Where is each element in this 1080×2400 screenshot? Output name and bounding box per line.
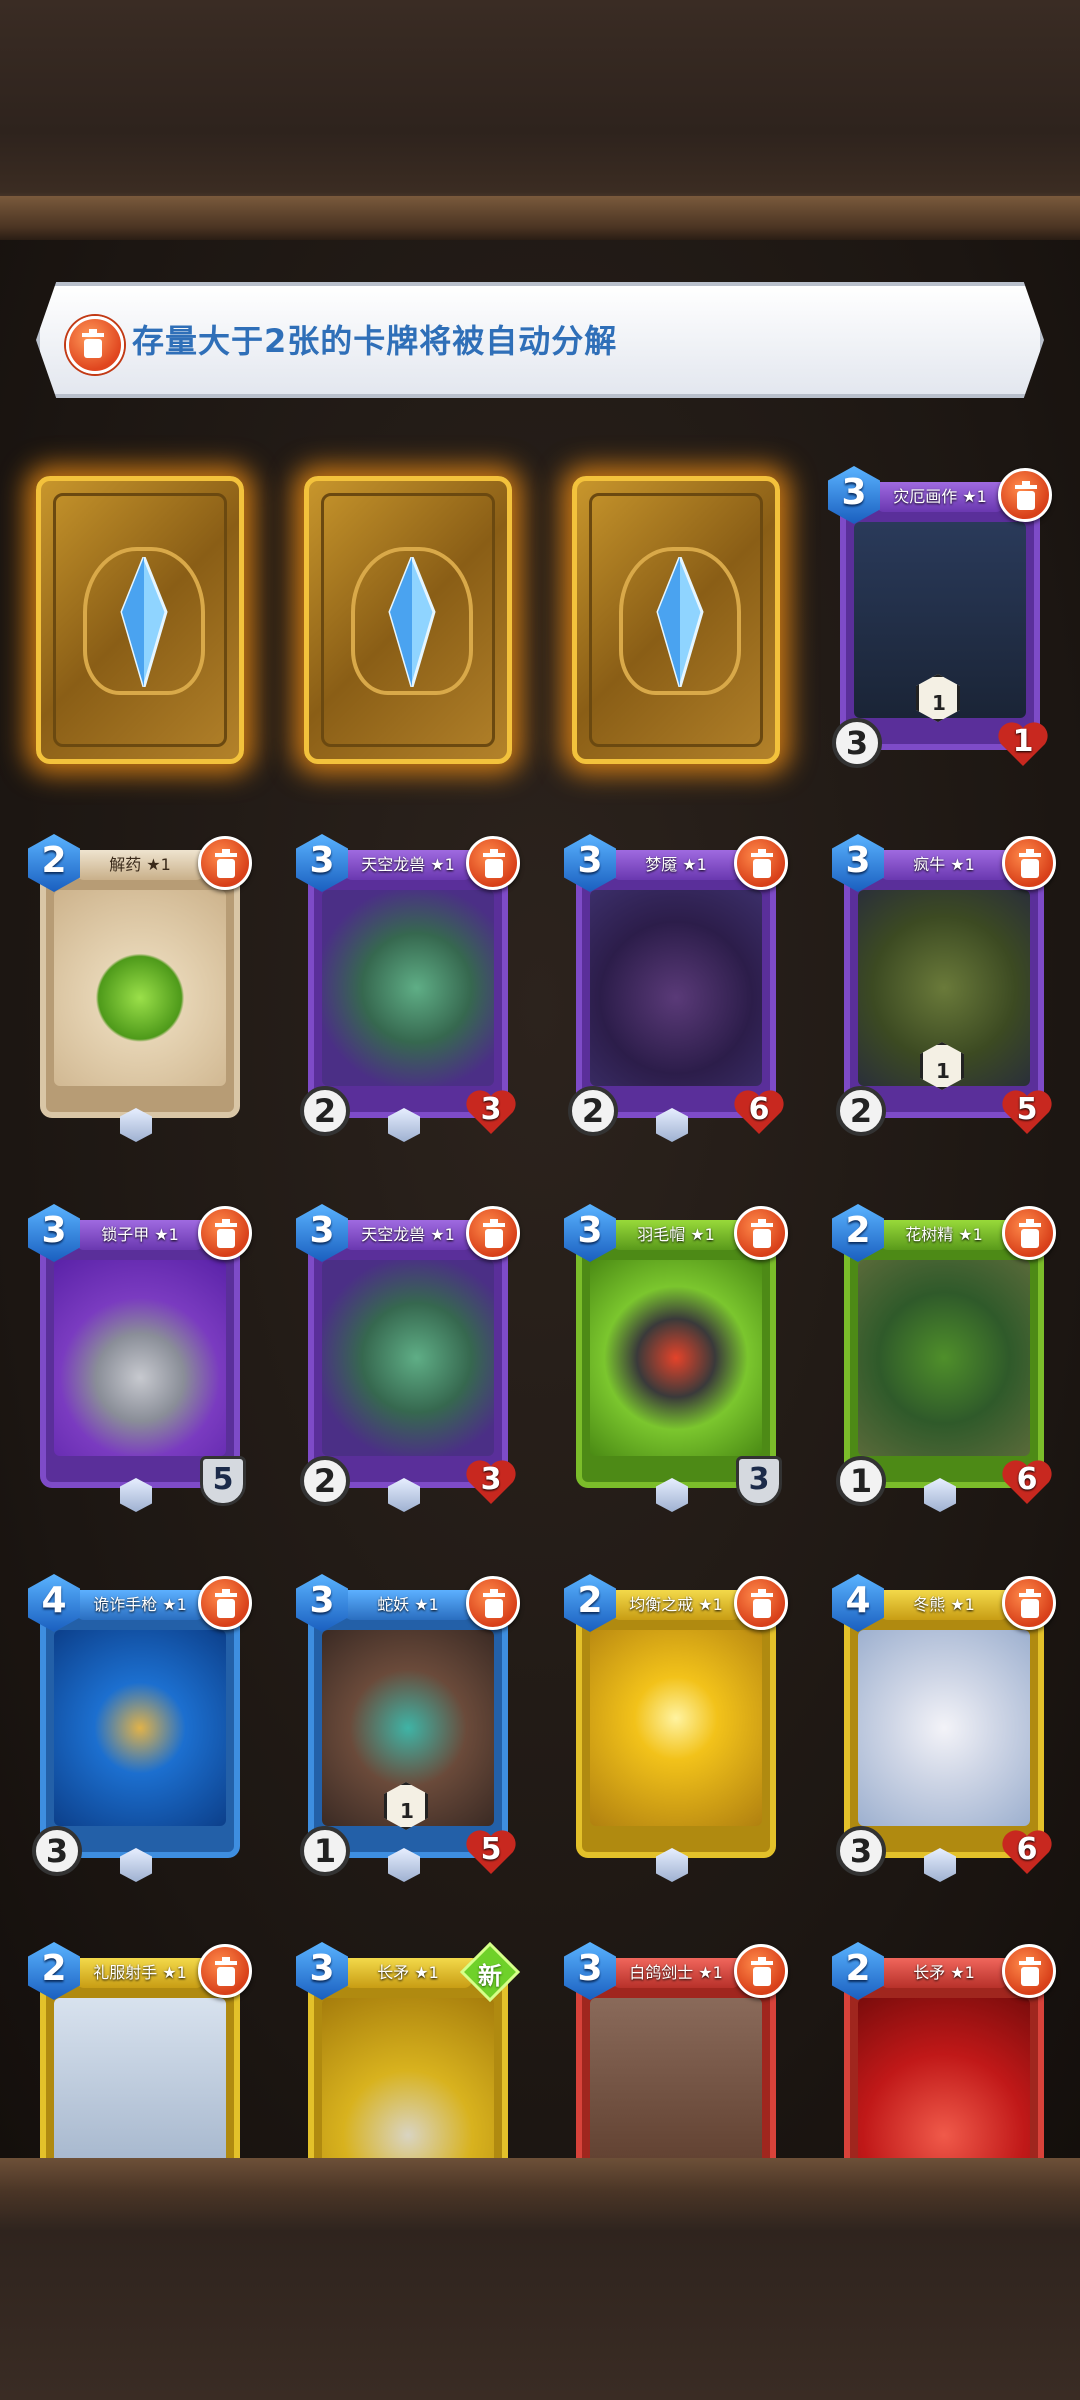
card-c14[interactable]: 蛇妖 ★1 3 1 1 5 bbox=[296, 1574, 520, 1882]
trash-icon[interactable] bbox=[466, 1206, 520, 1260]
card-c8[interactable]: 疯牛 ★1 3 1 2 5 bbox=[832, 834, 1056, 1136]
attack-stat: 3 bbox=[836, 1826, 886, 1876]
card-title: 均衡之戒 ★1 bbox=[612, 1590, 740, 1620]
attack-stat: 1 bbox=[836, 1456, 886, 1506]
trash-icon[interactable] bbox=[734, 1944, 788, 1998]
card-title: 蛇妖 ★1 bbox=[344, 1590, 472, 1620]
card-title: 羽毛帽 ★1 bbox=[612, 1220, 740, 1250]
card-c19[interactable]: 白鸽剑士 ★1 3 bbox=[564, 1942, 788, 2158]
trash-icon[interactable] bbox=[734, 836, 788, 890]
trash-icon[interactable] bbox=[466, 1576, 520, 1630]
card-title: 礼服射手 ★1 bbox=[76, 1958, 204, 1988]
crystal-icon bbox=[656, 557, 704, 687]
trash-icon[interactable] bbox=[198, 1206, 252, 1260]
card-back-1[interactable] bbox=[36, 476, 248, 766]
card-c13[interactable]: 诡诈手枪 ★1 4 3 bbox=[28, 1574, 252, 1882]
notice-text: 存量大于2张的卡牌将被自动分解 bbox=[132, 322, 618, 360]
trash-icon[interactable] bbox=[466, 836, 520, 890]
card-c12[interactable]: 花树精 ★1 2 1 6 bbox=[832, 1204, 1056, 1512]
card-c18[interactable]: 长矛 ★1 3 新 bbox=[296, 1941, 521, 2158]
card-c4[interactable]: 灾厄画作 ★1 3 1 3 1 bbox=[828, 466, 1052, 768]
card-title: 天空龙兽 ★1 bbox=[344, 1220, 472, 1250]
card-c10[interactable]: 天空龙兽 ★1 3 2 3 bbox=[296, 1204, 520, 1512]
card-title: 解药 ★1 bbox=[76, 850, 204, 880]
card-c7[interactable]: 梦魇 ★1 3 2 6 bbox=[564, 834, 788, 1142]
armor-shield-icon: 5 bbox=[200, 1456, 246, 1506]
attack-stat: 3 bbox=[832, 718, 882, 768]
trash-icon[interactable] bbox=[198, 1944, 252, 1998]
attack-stat: 2 bbox=[300, 1456, 350, 1506]
trash-icon[interactable] bbox=[198, 836, 252, 890]
attack-stat: 1 bbox=[300, 1826, 350, 1876]
card-title: 灾厄画作 ★1 bbox=[876, 482, 1004, 512]
trash-icon[interactable] bbox=[1002, 1206, 1056, 1260]
trash-icon[interactable] bbox=[734, 1576, 788, 1630]
attack-stat: 2 bbox=[836, 1086, 886, 1136]
trash-icon[interactable] bbox=[1002, 836, 1056, 890]
bottom-wood-frame bbox=[0, 2158, 1080, 2400]
card-title: 天空龙兽 ★1 bbox=[344, 850, 472, 880]
card-c11[interactable]: 羽毛帽 ★1 3 3 bbox=[564, 1204, 788, 1512]
card-c16[interactable]: 冬熊 ★1 4 3 6 bbox=[832, 1574, 1056, 1882]
crystal-icon bbox=[120, 557, 168, 687]
card-title: 长矛 ★1 bbox=[880, 1958, 1008, 1988]
trash-icon[interactable] bbox=[1002, 1944, 1056, 1998]
card-back-2[interactable] bbox=[304, 476, 516, 766]
card-c17[interactable]: 礼服射手 ★1 2 bbox=[28, 1942, 252, 2158]
card-title: 梦魇 ★1 bbox=[612, 850, 740, 880]
card-title: 冬熊 ★1 bbox=[880, 1590, 1008, 1620]
trash-icon[interactable] bbox=[198, 1576, 252, 1630]
card-title: 疯牛 ★1 bbox=[880, 850, 1008, 880]
trash-icon[interactable] bbox=[734, 1206, 788, 1260]
card-c20[interactable]: 长矛 ★1 2 bbox=[832, 1942, 1056, 2158]
attack-stat: 2 bbox=[568, 1086, 618, 1136]
card-c6[interactable]: 天空龙兽 ★1 3 2 3 bbox=[296, 834, 520, 1142]
crystal-icon bbox=[388, 557, 436, 687]
trash-icon[interactable] bbox=[1002, 1576, 1056, 1630]
card-panel: 灾厄画作 ★1 3 1 3 1 解药 ★1 2 天空龙兽 ★1 3 2 3 梦魇… bbox=[0, 240, 1080, 2158]
card-back-3[interactable] bbox=[572, 476, 784, 766]
armor-shield-icon: 3 bbox=[736, 1456, 782, 1506]
card-title: 花树精 ★1 bbox=[880, 1220, 1008, 1250]
card-title: 白鸽剑士 ★1 bbox=[612, 1958, 740, 1988]
attack-stat: 2 bbox=[300, 1086, 350, 1136]
auto-decompose-notice: 存量大于2张的卡牌将被自动分解 bbox=[36, 282, 1044, 398]
card-c5[interactable]: 解药 ★1 2 bbox=[28, 834, 252, 1142]
card-c15[interactable]: 均衡之戒 ★1 2 bbox=[564, 1574, 788, 1882]
card-c9[interactable]: 锁子甲 ★1 3 5 bbox=[28, 1204, 252, 1512]
card-title: 长矛 ★1 bbox=[344, 1958, 472, 1988]
card-title: 诡诈手枪 ★1 bbox=[76, 1590, 204, 1620]
trash-icon bbox=[66, 316, 124, 374]
top-wood-frame bbox=[0, 0, 1080, 240]
trash-icon[interactable] bbox=[998, 468, 1052, 522]
new-badge-icon: 新 bbox=[459, 1941, 521, 2003]
attack-stat: 3 bbox=[32, 1826, 82, 1876]
card-title: 锁子甲 ★1 bbox=[76, 1220, 204, 1250]
